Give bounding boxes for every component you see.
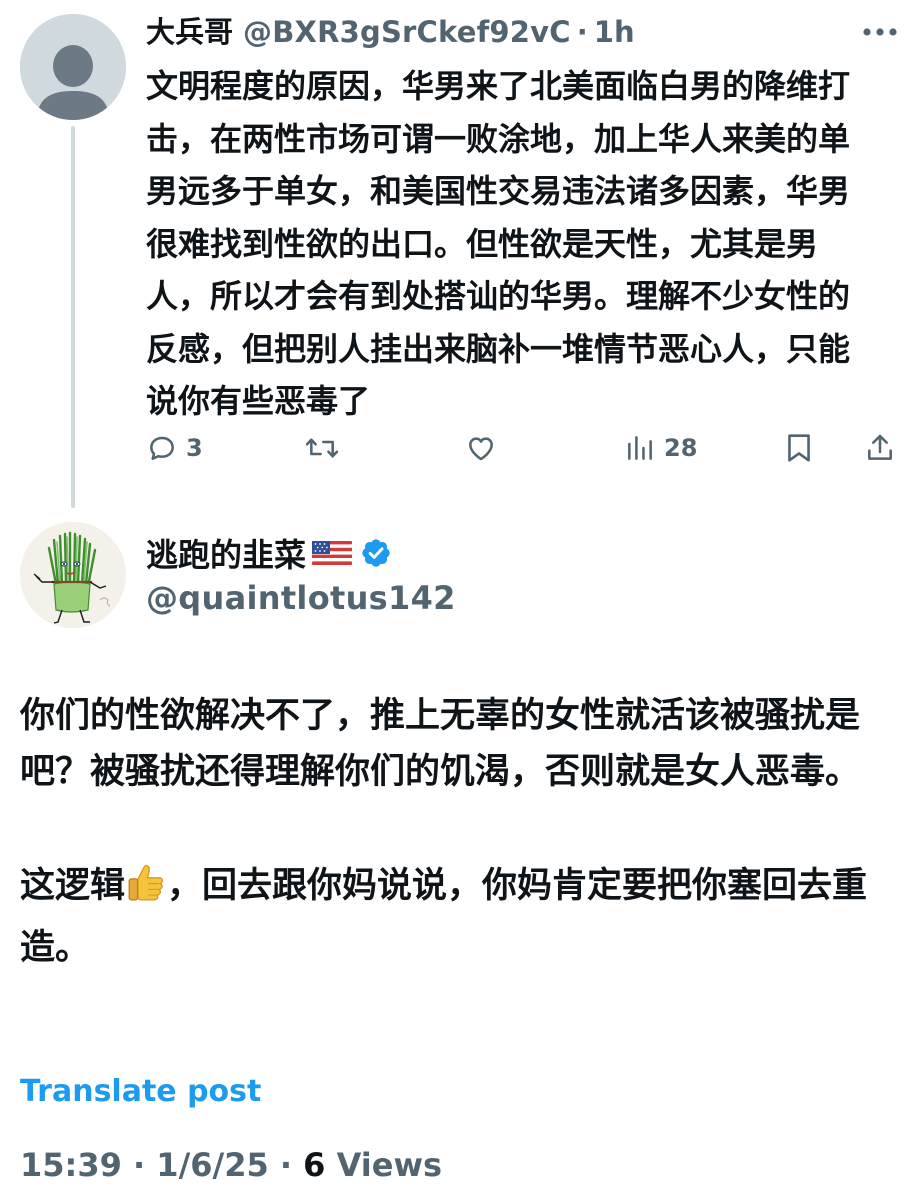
tweet-paragraph-1: 你们的性欲解决不了，推上无辜的女性就活该被骚扰是吧？被骚扰还得理解你们的饥渴，否… [20, 696, 861, 792]
thread-connector-line [71, 126, 75, 508]
tweet-time[interactable]: 15:39 [20, 1146, 122, 1184]
verified-badge-icon[interactable] [360, 537, 392, 569]
more-options-icon[interactable] [860, 18, 900, 46]
reply-header: 大兵哥 @BXR3gSrCkef92vC · 1h [146, 14, 635, 50]
tweet-paragraph-2-start: 这逻辑 [20, 866, 126, 906]
bookmark-button[interactable] [784, 426, 814, 470]
author-handle[interactable]: @quaintlotus142 [146, 576, 456, 620]
author-display-name[interactable]: 逃跑的韭菜 [146, 530, 306, 576]
analytics-icon [628, 436, 652, 460]
reply-tweet[interactable]: 大兵哥 @BXR3gSrCkef92vC · 1h 文明程度的原因，华男来了北美… [0, 0, 920, 508]
tweet-views-count: 6 [303, 1146, 326, 1184]
leek-drawing-avatar [20, 522, 126, 628]
tweet-paragraph-2: 这逻辑 ，回去跟你妈说说，你妈肯定要把你塞回去重造。 [20, 858, 890, 976]
reply-timestamp[interactable]: 1h [594, 14, 635, 50]
author-avatar[interactable] [20, 522, 126, 628]
thumbs-up-icon [125, 861, 167, 920]
retweet-button[interactable] [304, 426, 348, 470]
retweet-icon [305, 438, 339, 458]
like-button[interactable] [464, 426, 506, 470]
comment-icon [150, 436, 174, 460]
default-avatar-icon [20, 14, 126, 120]
author-name-row: 逃跑的韭菜 [146, 532, 392, 574]
reply-count: 3 [186, 434, 203, 462]
views-count: 28 [664, 434, 698, 462]
reply-author-name[interactable]: 大兵哥 [146, 14, 233, 50]
tweet-date[interactable]: 1/6/25 [156, 1146, 268, 1184]
us-flag-icon [312, 539, 353, 567]
tweet-body: 你们的性欲解决不了，推上无辜的女性就活该被骚扰是吧？被骚扰还得理解你们的饥渴，否… [20, 688, 890, 976]
heart-icon [469, 437, 493, 461]
reply-author-handle[interactable]: @BXR3gSrCkef92vC [243, 14, 571, 50]
reply-separator: · [576, 15, 588, 49]
reply-button[interactable]: 3 [146, 426, 203, 470]
views-button[interactable]: 28 [624, 426, 697, 470]
reply-author-avatar[interactable] [20, 14, 126, 120]
translate-post-link[interactable]: Translate post [20, 1070, 261, 1114]
reply-action-bar: 3 28 [146, 426, 906, 470]
meta-separator: · [268, 1146, 304, 1184]
reply-body-text: 文明程度的原因，华男来了北美面临白男的降维打击，在两性市场可谓一败涂地，加上华人… [146, 67, 851, 420]
tweet-metadata: 15:39 · 1/6/25 · 6 Views [20, 1142, 442, 1188]
tweet-views-label: Views [336, 1146, 443, 1184]
meta-separator: · [121, 1146, 157, 1184]
share-button[interactable] [864, 426, 896, 470]
bookmark-icon [788, 434, 810, 462]
share-icon [868, 434, 892, 460]
